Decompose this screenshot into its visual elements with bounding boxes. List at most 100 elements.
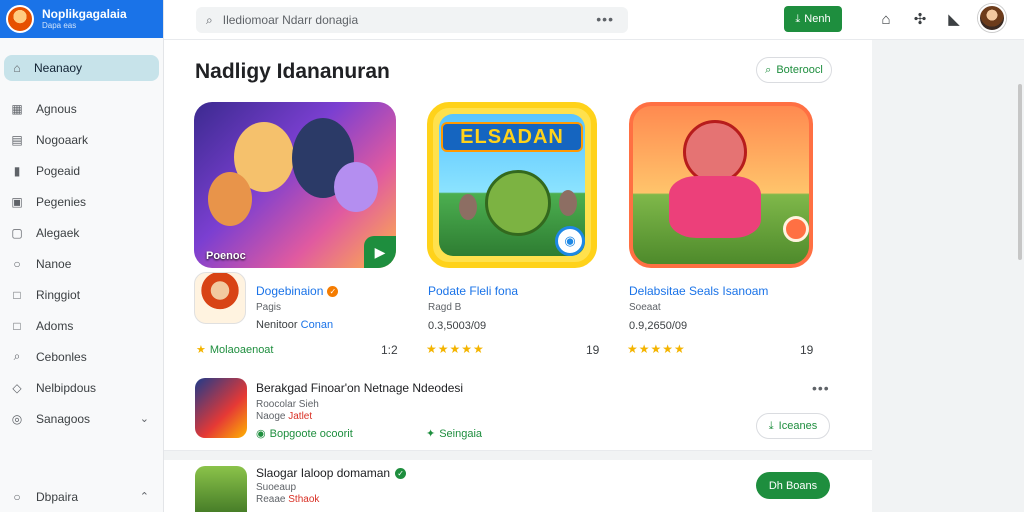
brand-subtitle: Dapa eas bbox=[42, 21, 77, 30]
sidebar-item-6[interactable]: □ Ringgiot bbox=[0, 279, 163, 310]
row-meta: Reaae Sthaok bbox=[256, 494, 319, 505]
app-card-image[interactable]: Poenoc ▶ bbox=[194, 102, 396, 268]
play-icon: ▶ bbox=[364, 236, 396, 268]
app-subtitle: Ragd B bbox=[428, 302, 462, 313]
sidebar-item-label: Nogoaark bbox=[36, 132, 89, 147]
bell-icon[interactable]: ◣ bbox=[944, 9, 964, 29]
install-button-label: Nenh bbox=[804, 13, 831, 25]
character-art bbox=[559, 190, 577, 216]
sidebar-item-7[interactable]: □ Adoms bbox=[0, 310, 163, 341]
row-title[interactable]: Berakgad Finoar'on Netnage Ndeodesi bbox=[256, 381, 463, 395]
app-card-image[interactable] bbox=[629, 102, 813, 268]
brand-logo bbox=[6, 5, 34, 33]
app-title[interactable]: Delabsitae Seals Isanoam bbox=[629, 284, 768, 298]
divider bbox=[164, 450, 872, 460]
main-content: Nadligy Idananuran ⌕ Boteroocl Poenoc ▶ … bbox=[164, 40, 872, 512]
list-item[interactable]: Berakgad Finoar'on Netnage Ndeodesi Rooc… bbox=[164, 370, 872, 454]
character-art bbox=[334, 162, 378, 212]
star-icon: ✦ bbox=[426, 428, 436, 440]
app-title-text: Dogebinaion bbox=[256, 284, 324, 298]
row-title[interactable]: Slaogar Ialoop domaman ✓ bbox=[256, 466, 407, 480]
row-tag-text: Seingaia bbox=[439, 427, 483, 440]
sidebar-item-home[interactable]: ⌂ Neanaoy bbox=[4, 55, 159, 81]
sidebar-item-1[interactable]: ▤ Nogoaark bbox=[0, 124, 163, 155]
check-circle-icon: ◉ bbox=[256, 428, 266, 440]
brand-header[interactable]: Noplikgagalaia Dapa eas bbox=[0, 0, 163, 38]
apps-icon[interactable]: ⌂ bbox=[876, 9, 896, 29]
app-tag-text: Molaoaenoat bbox=[209, 343, 274, 356]
section-action-label: Boteroocl bbox=[776, 64, 823, 76]
row-tag-text: Bopgoote ocoorit bbox=[269, 427, 353, 440]
app-meta: 0.3,5003/09 bbox=[428, 320, 487, 332]
sidebar-item-0[interactable]: ▦ Agnous bbox=[0, 93, 163, 124]
app-title[interactable]: Podate Fleli fona bbox=[428, 284, 518, 298]
tag-icon: ◇ bbox=[12, 380, 22, 395]
app-meta-text: Nenitoor bbox=[256, 319, 298, 331]
sidebar-item-2[interactable]: ▮ Pogeaid bbox=[0, 155, 163, 186]
row-meta: Naoge Jatlet bbox=[256, 411, 312, 422]
sidebar-item-label: Sanagoos bbox=[36, 411, 91, 426]
sidebar-item-label: Adoms bbox=[36, 318, 74, 333]
app-score: 1:2 bbox=[381, 343, 398, 357]
section-title: Nadligy Idananuran bbox=[195, 60, 390, 83]
app-card-3[interactable]: Delabsitae Seals Isanoam Soeaat 0.9,2650… bbox=[627, 102, 833, 372]
more-icon[interactable]: ••• bbox=[596, 11, 614, 27]
more-icon[interactable]: ••• bbox=[812, 380, 830, 396]
grid-icon: ▦ bbox=[11, 101, 23, 116]
row-action-button[interactable]: ⤓ Iceanes bbox=[756, 413, 830, 439]
install-button[interactable]: ⤓ Nenh bbox=[784, 6, 842, 32]
device-icon: ▢ bbox=[11, 225, 23, 240]
search-input[interactable]: Ilediomoar Ndarr donagia bbox=[223, 13, 358, 27]
row-meta-text: Reaae bbox=[256, 494, 286, 505]
square-icon: □ bbox=[13, 287, 21, 302]
row-title-text: Slaogar Ialoop domaman bbox=[256, 466, 391, 480]
sidebar-item-9[interactable]: ◇ Nelbipdous bbox=[0, 372, 163, 403]
sidebar-item-label: Nanoe bbox=[36, 256, 72, 271]
app-card-2[interactable]: ELSADAN ◉ Podate Fleli fona Ragd B 0.3,5… bbox=[424, 102, 628, 372]
list-item[interactable]: Slaogar Ialoop domaman ✓ Suoeaup Reaae S… bbox=[164, 460, 872, 512]
app-meta: 0.9,2650/09 bbox=[629, 320, 688, 332]
sidebar-item-label: Nelbipdous bbox=[36, 380, 97, 395]
character-art bbox=[208, 172, 252, 226]
shield-icon bbox=[783, 216, 809, 242]
app-title[interactable]: Dogebinaion ✓ bbox=[256, 284, 339, 298]
chevron-down-icon: ⌄ bbox=[139, 413, 149, 425]
download-icon: ⤓ bbox=[795, 12, 801, 25]
sidebar-item-4[interactable]: ▢ Alegaek bbox=[0, 217, 163, 248]
sidebar-item-8[interactable]: ⌕ Cebonles bbox=[0, 341, 163, 372]
character-art bbox=[683, 120, 747, 184]
app-thumbnail bbox=[194, 272, 246, 324]
sidebar-item-label: Dbpaira bbox=[36, 489, 79, 504]
sidebar-item-label: Pogeaid bbox=[36, 163, 81, 178]
row-tag: ◉ Bopgoote ocoorit bbox=[256, 427, 353, 441]
briefcase-icon: ▣ bbox=[11, 194, 23, 209]
sidebar: Noplikgagalaia Dapa eas ⌂ Neanaoy ▦ Agno… bbox=[0, 0, 164, 512]
avatar[interactable] bbox=[978, 4, 1006, 32]
circle-icon: ○ bbox=[13, 489, 21, 504]
star-icon: ★ bbox=[196, 344, 206, 356]
row-meta-highlight: Jatlet bbox=[288, 411, 313, 422]
game-logo: ELSADAN bbox=[441, 122, 583, 152]
app-window: Noplikgagalaia Dapa eas ⌂ Neanaoy ▦ Agno… bbox=[0, 0, 1024, 512]
row-action-label: Iceanes bbox=[778, 420, 818, 432]
app-meta: Nenitoor Conan bbox=[256, 319, 333, 331]
puzzle-icon[interactable]: ✣ bbox=[910, 9, 930, 29]
row-title-text: Berakgad Finoar'on Netnage Ndeodesi bbox=[256, 381, 464, 395]
scroll-panel bbox=[872, 40, 1024, 512]
row-action-label: Dh Boans bbox=[768, 479, 818, 492]
app-subtitle: Soeaat bbox=[629, 302, 661, 313]
character-art bbox=[459, 194, 477, 220]
app-card-1[interactable]: Poenoc ▶ Dogebinaion ✓ Pagis Nenitoor Co… bbox=[194, 102, 398, 372]
search-bar[interactable]: ⌕ Ilediomoar Ndarr donagia ••• bbox=[196, 7, 628, 33]
sidebar-item-3[interactable]: ▣ Pegenies bbox=[0, 186, 163, 217]
home-icon: ⌂ bbox=[13, 61, 21, 75]
sidebar-item-5[interactable]: ○ Nanoe bbox=[0, 248, 163, 279]
scrollbar[interactable] bbox=[1018, 84, 1022, 260]
sidebar-item-bottom[interactable]: ○ Dbpaira ⌃ bbox=[0, 481, 163, 512]
section-action-button[interactable]: ⌕ Boteroocl bbox=[756, 57, 832, 83]
app-card-image[interactable]: ELSADAN ◉ bbox=[427, 102, 597, 268]
bookmark-icon: ▮ bbox=[13, 163, 21, 178]
verified-icon: ✓ bbox=[327, 285, 339, 297]
row-action-button[interactable]: Dh Boans bbox=[756, 472, 830, 499]
sidebar-item-10[interactable]: ◎ Sanagoos ⌄ bbox=[0, 403, 163, 434]
